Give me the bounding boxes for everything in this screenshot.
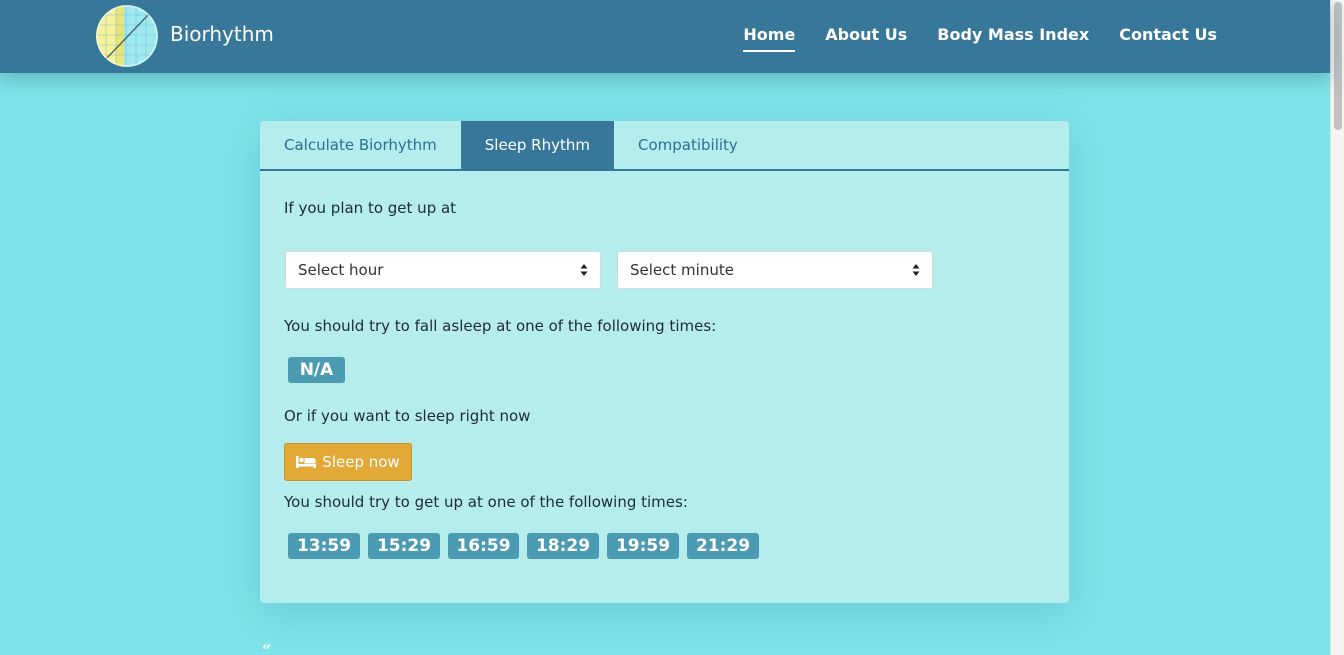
bed-icon (296, 456, 317, 468)
tab-bar: Calculate Biorhythm Sleep Rhythm Compati… (260, 121, 1069, 171)
sleep-now-label: Or if you want to sleep right now (284, 407, 531, 425)
tab-compatibility[interactable]: Compatibility (614, 121, 762, 169)
sort-arrows-icon (912, 264, 920, 276)
wake-times: 13:59 15:29 16:59 18:29 19:59 21:29 (288, 533, 759, 559)
minute-select[interactable]: Select minute (617, 251, 933, 289)
wake-time-badge: 15:29 (368, 533, 440, 559)
scrollbar-thumb[interactable] (1334, 2, 1342, 130)
nav-menu: Home About Us Body Mass Index Contact Us (743, 25, 1217, 52)
sleep-now-button-label: Sleep now (322, 453, 400, 471)
hour-select[interactable]: Select hour (285, 251, 601, 289)
nav-about-us[interactable]: About Us (825, 25, 907, 52)
sort-arrows-icon (580, 264, 588, 276)
wake-time-badge: 16:59 (448, 533, 519, 559)
wake-time-badge: 18:29 (527, 533, 599, 559)
brand-title[interactable]: Biorhythm (170, 22, 274, 46)
wake-time-badge: 19:59 (607, 533, 679, 559)
sleep-now-button[interactable]: Sleep now (284, 443, 412, 481)
navbar: Biorhythm Home About Us Body Mass Index … (0, 0, 1330, 73)
nav-contact-us[interactable]: Contact Us (1119, 25, 1217, 52)
logo[interactable] (96, 5, 158, 67)
quote-mark: “ (262, 641, 272, 655)
tab-sleep-rhythm[interactable]: Sleep Rhythm (460, 121, 614, 169)
nav-home[interactable]: Home (743, 25, 796, 52)
hour-select-value: Select hour (298, 261, 384, 279)
fall-asleep-badge: N/A (288, 357, 345, 383)
sleep-rhythm-card: Calculate Biorhythm Sleep Rhythm Compati… (260, 121, 1069, 603)
minute-select-value: Select minute (630, 261, 734, 279)
fall-asleep-times: N/A (288, 357, 345, 383)
wake-label: You should try to get up at one of the f… (284, 493, 688, 511)
scrollbar[interactable] (1330, 0, 1344, 655)
plan-label: If you plan to get up at (284, 199, 457, 217)
nav-body-mass-index[interactable]: Body Mass Index (937, 25, 1089, 52)
wake-time-badge: 13:59 (288, 533, 360, 559)
wake-time-badge: 21:29 (687, 533, 759, 559)
fall-asleep-label: You should try to fall asleep at one of … (284, 317, 717, 335)
tab-calculate-biorhythm[interactable]: Calculate Biorhythm (260, 121, 461, 169)
